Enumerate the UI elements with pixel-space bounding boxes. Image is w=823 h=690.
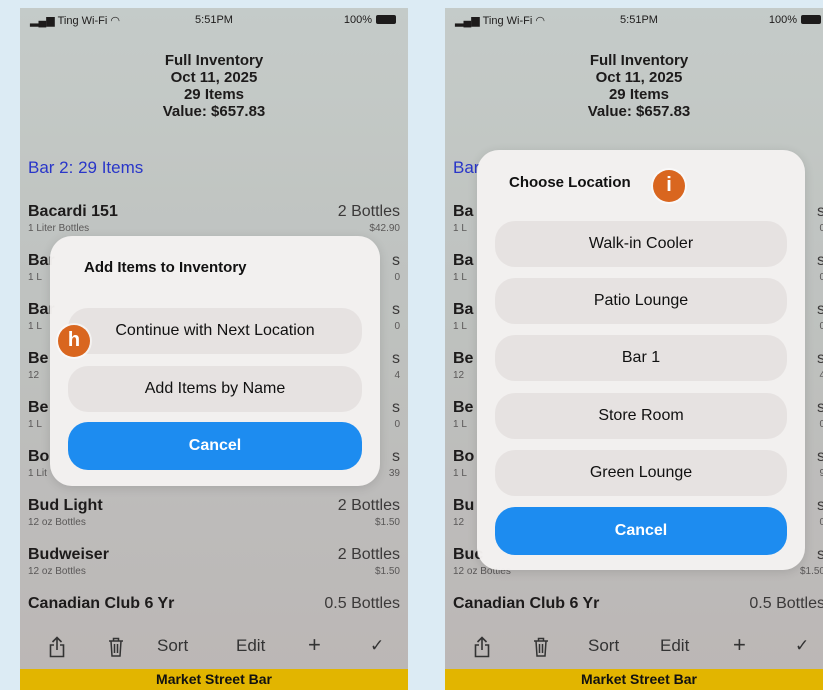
sort-button[interactable]: Sort (588, 636, 619, 656)
choose-location-sheet: Choose Location Walk-in Cooler Patio Lou… (477, 150, 805, 570)
cancel-button[interactable]: Cancel (68, 422, 362, 470)
location-option-store-room[interactable]: Store Room (495, 393, 787, 439)
sheet-title: Add Items to Inventory (84, 259, 247, 276)
location-option-walk-in-cooler[interactable]: Walk-in Cooler (495, 221, 787, 267)
add-items-by-name-button[interactable]: Add Items by Name (68, 366, 362, 412)
bottom-toolbar: Sort Edit + ✓ (20, 628, 408, 668)
add-button[interactable]: + (308, 632, 321, 658)
continue-next-location-button[interactable]: Continue with Next Location (68, 308, 362, 354)
location-option-patio-lounge[interactable]: Patio Lounge (495, 278, 787, 324)
add-items-sheet: Add Items to Inventory Continue with Nex… (50, 236, 380, 486)
done-button[interactable]: ✓ (795, 636, 809, 656)
sort-button[interactable]: Sort (157, 636, 188, 656)
add-button[interactable]: + (733, 632, 746, 658)
bottom-toolbar: Sort Edit + ✓ (445, 628, 823, 668)
location-option-green-lounge[interactable]: Green Lounge (495, 450, 787, 496)
cancel-button[interactable]: Cancel (495, 507, 787, 555)
location-option-bar-1[interactable]: Bar 1 (495, 335, 787, 381)
share-icon[interactable] (48, 636, 66, 663)
venue-footer: Market Street Bar (20, 669, 408, 690)
annotation-badge-i: i (653, 170, 685, 202)
trash-icon[interactable] (107, 636, 125, 663)
trash-icon[interactable] (532, 636, 550, 663)
sheet-title: Choose Location (509, 174, 631, 191)
venue-footer: Market Street Bar (445, 669, 823, 690)
edit-button[interactable]: Edit (236, 636, 265, 656)
share-icon[interactable] (473, 636, 491, 663)
right-phone-screen: ▂▄▆ Ting Wi-Fi ◠ 5:51PM 100% Full Invent… (445, 8, 823, 690)
edit-button[interactable]: Edit (660, 636, 689, 656)
done-button[interactable]: ✓ (370, 636, 384, 656)
left-phone-screen: ▂▄▆ Ting Wi-Fi ◠ 5:51PM 100% Full Invent… (20, 8, 408, 690)
annotation-badge-h: h (58, 325, 90, 357)
